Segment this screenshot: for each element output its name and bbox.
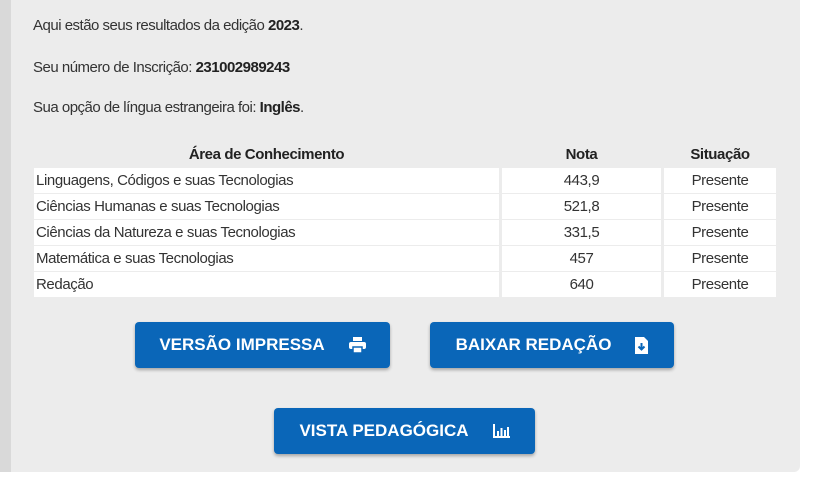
results-table: Área de Conhecimento Nota Situação Lingu… <box>31 140 779 298</box>
header-situacao: Situação <box>690 145 750 163</box>
status-cell: Presente <box>664 194 776 219</box>
area-cell: Matemática e suas Tecnologias <box>34 246 499 271</box>
status-cell: Presente <box>664 220 776 245</box>
status-cell: Presente <box>664 168 776 193</box>
area-cell: Ciências Humanas e suas Tecnologias <box>34 194 499 219</box>
table-header: Área de Conhecimento Nota Situação <box>34 141 776 167</box>
score-cell: 521,8 <box>502 194 661 219</box>
area-cell: Ciências da Natureza e suas Tecnologias <box>34 220 499 245</box>
score-cell: 443,9 <box>502 168 661 193</box>
print-version-button[interactable]: VERSÃO IMPRESSA <box>135 322 390 368</box>
download-essay-label: BAIXAR REDAÇÃO <box>455 335 612 354</box>
status-cell: Presente <box>664 246 776 271</box>
table-row: Ciências Humanas e suas Tecnologias 521,8… <box>34 194 776 219</box>
table-row: Ciências da Natureza e suas Tecnologias 3… <box>34 220 776 245</box>
edition-line: Aqui estão seus resultados da edição 202… <box>33 17 304 34</box>
registration-line: Seu número de Inscrição: 231002989243 <box>33 59 290 76</box>
table-row: Matemática e suas Tecnologias 457 Presente <box>34 246 776 271</box>
print-version-label: VERSÃO IMPRESSA <box>159 335 325 354</box>
pedagogical-view-button[interactable]: VISTA PEDAGÓGICA <box>274 408 535 454</box>
area-cell: Linguagens, Códigos e suas Tecnologias <box>34 168 499 193</box>
score-cell: 640 <box>502 272 661 297</box>
language-line: Sua opção de língua estrangeira foi: Ing… <box>33 99 304 116</box>
score-cell: 457 <box>502 246 661 271</box>
pedagogical-view-label: VISTA PEDAGÓGICA <box>299 421 469 440</box>
left-accent-bar <box>0 0 11 472</box>
header-area: Área de Conhecimento <box>188 145 345 163</box>
table-row: Redação 640 Presente <box>34 272 776 297</box>
bar-chart-icon <box>492 424 510 438</box>
file-download-icon <box>635 336 649 354</box>
table-row: Linguagens, Códigos e suas Tecnologias 44… <box>34 168 776 193</box>
status-cell: Presente <box>664 272 776 297</box>
header-nota: Nota <box>565 145 598 163</box>
download-essay-button[interactable]: BAIXAR REDAÇÃO <box>430 322 674 368</box>
score-cell: 331,5 <box>502 220 661 245</box>
printer-icon <box>348 337 366 353</box>
results-panel: Aqui estão seus resultados da edição 202… <box>0 0 800 472</box>
area-cell: Redação <box>34 272 499 297</box>
